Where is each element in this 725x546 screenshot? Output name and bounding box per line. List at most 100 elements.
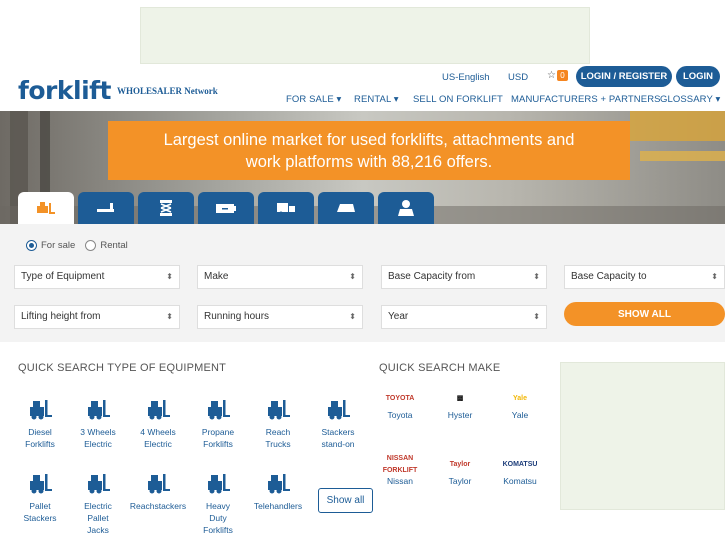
make-logo: Yale <box>512 395 527 402</box>
equipment-type-item[interactable]: 3 Wheels Electric <box>68 396 128 450</box>
equipment-type-label: Stackers stand-on <box>321 427 355 449</box>
site-logo[interactable]: forklift WHOLESALER Network <box>18 76 218 105</box>
select-arrow-icon: ⬍ <box>533 272 540 281</box>
currency-selector[interactable]: USD <box>508 72 528 83</box>
language-selector[interactable]: US-English <box>442 72 490 83</box>
make-label: Toyota <box>387 410 413 420</box>
nav-glossary[interactable]: GLOSSARY ▾ <box>660 94 720 105</box>
select-arrow-icon: ⬍ <box>533 312 540 321</box>
make-item[interactable]: TOYOTA Toyota <box>370 392 430 421</box>
hero-headline-line1: Largest online market for used forklifts… <box>163 131 575 149</box>
tab-work-platforms[interactable] <box>138 192 194 224</box>
equipment-category-tabs <box>18 192 434 224</box>
year-select[interactable]: Year ⬍ <box>381 305 547 329</box>
equipment-type-label: Electric Pallet Jacks <box>84 501 112 535</box>
equipment-type-item[interactable]: Propane Forklifts <box>188 396 248 450</box>
equipment-type-item[interactable]: 4 Wheels Electric <box>128 396 188 450</box>
make-label: Hyster <box>447 410 473 420</box>
equipment-type-item[interactable]: Electric Pallet Jacks <box>68 470 128 536</box>
top-ad-banner <box>140 7 590 64</box>
make-label: Taylor <box>448 476 472 486</box>
select-arrow-icon: ⬍ <box>349 312 356 321</box>
make-item[interactable]: Yale Yale <box>490 392 550 421</box>
hero-headline-line2: work platforms with 88,216 offers. <box>245 153 493 171</box>
tab-trucks[interactable] <box>258 192 314 224</box>
show-all-search-button[interactable]: SHOW ALL <box>564 302 725 326</box>
logo-wordmark: forklift <box>18 76 111 105</box>
make-item[interactable]: ▩ Hyster <box>430 392 490 421</box>
favorites-star-icon[interactable]: ☆ <box>547 70 556 81</box>
nav-manufacturers-partners[interactable]: MANUFACTURERS + PARTNERS <box>511 94 661 105</box>
nav-for-sale[interactable]: FOR SALE ▾ <box>286 94 341 105</box>
hero-banner: Largest online market for used forklifts… <box>108 121 630 180</box>
equipment-type-item[interactable]: Reachstackers <box>128 470 188 512</box>
stacker-stand-on-icon <box>328 400 350 420</box>
sweeper-icon <box>337 204 355 212</box>
person-icon <box>398 200 414 216</box>
side-ad-banner <box>560 362 725 510</box>
equipment-type-item[interactable]: Stackers stand-on <box>308 396 368 450</box>
tab-batteries[interactable] <box>198 192 254 224</box>
truck-icon <box>277 203 295 215</box>
make-item[interactable]: Taylor Taylor <box>430 458 490 487</box>
capacity-to-select[interactable]: Base Capacity to ⬍ <box>564 265 725 289</box>
make-label: Komatsu <box>503 476 537 486</box>
radio-rental[interactable] <box>85 240 97 251</box>
nav-sell-on-forklift[interactable]: SELL ON FORKLIFT <box>413 94 503 105</box>
equipment-type-label: Pallet Stackers <box>23 501 57 523</box>
forklift-3-wheel-electric-icon <box>88 400 110 420</box>
equipment-type-label: Reachstackers <box>129 501 187 511</box>
make-logo: Taylor <box>449 461 471 468</box>
make-logo: ▩ <box>456 395 464 402</box>
radio-for-sale-label: For sale <box>41 240 76 251</box>
select-arrow-icon: ⬍ <box>711 272 718 281</box>
equipment-type-item[interactable]: Reach Trucks <box>248 396 308 450</box>
scissor-lift-icon <box>160 200 172 216</box>
running-hours-select[interactable]: Running hours ⬍ <box>197 305 363 329</box>
select-arrow-icon: ⬍ <box>349 272 356 281</box>
login-register-button[interactable]: LOGIN / REGISTER <box>576 66 672 87</box>
telehandler-icon <box>268 474 290 494</box>
electric-pallet-jack-icon <box>88 474 110 494</box>
type-of-equipment-select[interactable]: Type of Equipment ⬍ <box>14 265 180 289</box>
make-item[interactable]: NISSAN FORKLIFT Nissan <box>370 455 430 487</box>
lifting-height-select[interactable]: Lifting height from ⬍ <box>14 305 180 329</box>
radio-for-sale[interactable] <box>26 240 37 251</box>
reachstacker-icon <box>148 474 170 494</box>
show-all-equipment-button[interactable]: Show all <box>318 488 373 513</box>
logo-network-text: WHOLESALER Network <box>116 85 218 96</box>
favorites-count-badge: 0 <box>557 70 568 81</box>
make-item[interactable]: KOMATSU Komatsu <box>490 458 550 487</box>
reach-truck-icon <box>268 400 290 420</box>
tab-services[interactable] <box>378 192 434 224</box>
quick-search-equipment-heading: QUICK SEARCH TYPE OF EQUIPMENT <box>18 362 227 374</box>
heavy-duty-forklift-icon <box>208 474 230 494</box>
forklift-diesel-icon <box>30 400 52 420</box>
capacity-from-select[interactable]: Base Capacity from ⬍ <box>381 265 547 289</box>
forklift-icon <box>37 202 55 214</box>
equipment-type-item[interactable]: Pallet Stackers <box>10 470 70 524</box>
equipment-type-label: 3 Wheels Electric <box>80 427 116 449</box>
equipment-type-label: Diesel Forklifts <box>25 427 55 449</box>
attachment-icon <box>97 203 114 212</box>
radio-rental-label: Rental <box>100 240 128 251</box>
forklift-4-wheel-electric-icon <box>148 400 170 420</box>
make-logo: TOYOTA <box>385 395 415 402</box>
tab-cleaning-machines[interactable] <box>318 192 374 224</box>
select-arrow-icon: ⬍ <box>166 272 173 281</box>
make-logo: KOMATSU <box>502 461 538 468</box>
forklift-propane-icon <box>208 400 230 420</box>
equipment-type-item[interactable]: Heavy Duty Forklifts <box>188 470 248 536</box>
equipment-type-label: Reach Trucks <box>265 427 291 449</box>
equipment-type-item[interactable]: Telehandlers <box>248 470 308 512</box>
tab-attachments[interactable] <box>78 192 134 224</box>
equipment-type-item[interactable]: Diesel Forklifts <box>10 396 70 450</box>
make-label: Yale <box>511 410 529 420</box>
login-button[interactable]: LOGIN <box>676 66 720 87</box>
make-select[interactable]: Make ⬍ <box>197 265 363 289</box>
equipment-type-label: 4 Wheels Electric <box>140 427 176 449</box>
pallet-stacker-icon <box>30 474 52 494</box>
nav-rental[interactable]: RENTAL ▾ <box>354 94 399 105</box>
tab-forklifts[interactable] <box>18 192 74 224</box>
select-arrow-icon: ⬍ <box>166 312 173 321</box>
